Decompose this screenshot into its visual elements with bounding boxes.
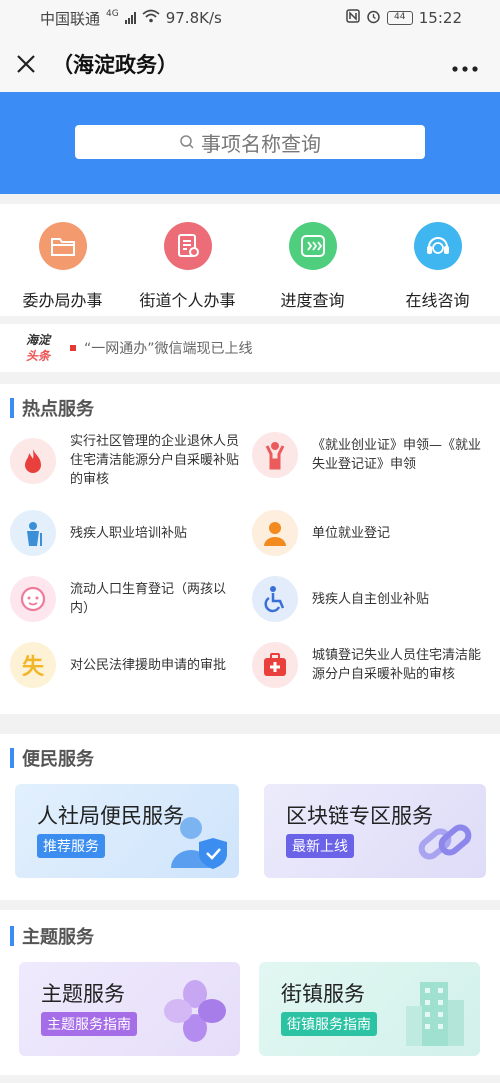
progress-icon — [288, 222, 337, 270]
card-title: 人社局便民服务 — [37, 804, 184, 828]
status-bar: 中国联通 4G 97.8K/s 44 15:22 — [0, 0, 500, 36]
carrier-label: 中国联通 — [40, 9, 101, 28]
news-bullet-icon — [70, 345, 76, 351]
card-tag: 最新上线 — [286, 834, 354, 858]
hrss-service-card[interactable]: 人社局便民服务 推荐服务 — [15, 784, 239, 878]
section-accent — [10, 398, 14, 418]
news-logo: 海淀 头条 — [26, 332, 56, 364]
section-title-text: 便民服务 — [22, 749, 94, 770]
news-logo-bottom: 头条 — [26, 349, 51, 363]
more-icon — [452, 66, 478, 72]
hot-item-text: 实行社区管理的企业退休人员住宅清洁能源分户自采暖补贴的审核 — [70, 434, 240, 487]
time-label: 15:22 — [418, 9, 462, 27]
elderly-icon — [10, 510, 56, 556]
card-tag: 主题服务指南 — [41, 1012, 137, 1036]
close-icon — [17, 55, 35, 73]
status-right: 44 15:22 — [346, 9, 462, 28]
news-ticker[interactable]: 海淀 头条 “一网通办”微信端现已上线 — [0, 324, 500, 372]
baby-icon — [10, 576, 56, 622]
folder-icon — [38, 222, 87, 270]
hot-item-text: 残疾人自主创业补贴 — [312, 591, 430, 607]
close-button[interactable] — [0, 36, 52, 92]
shi-icon: 失 — [10, 642, 56, 688]
building-icon — [406, 982, 464, 1046]
blockchain-service-card[interactable]: 区块链专区服务 最新上线 — [264, 784, 486, 878]
quick-label: 进度查询 — [280, 291, 345, 310]
network-label: 4G — [106, 9, 119, 19]
user-shield-icon — [171, 817, 227, 869]
section-title: 主题服务 — [0, 918, 500, 954]
title-bar: （海淀政务） — [0, 36, 500, 92]
theme-services: 主题服务 主题服务 主题服务指南 街镇服务 街镇服务指南 — [0, 910, 500, 1075]
battery-icon: 44 — [386, 11, 413, 25]
section-title: 便民服务 — [0, 740, 500, 776]
more-button[interactable] — [452, 50, 478, 78]
worker-icon — [252, 510, 298, 556]
quick-label: 委办局办事 — [22, 291, 103, 310]
section-title-text: 主题服务 — [22, 927, 94, 948]
hot-item-text: 对公民法律援助申请的审批 — [70, 657, 227, 673]
alarm-icon — [366, 9, 381, 28]
quick-item-consult[interactable]: 在线咨询 — [375, 204, 500, 316]
wheelchair-icon — [252, 576, 298, 622]
hot-item-text: 单位就业登记 — [312, 525, 391, 541]
quick-item-street[interactable]: 街道个人办事 — [125, 204, 250, 316]
page-title: （海淀政务） — [52, 53, 178, 77]
section-title: 热点服务 — [0, 390, 500, 426]
convenience-services: 便民服务 人社局便民服务 推荐服务 区块链专区服务 最新上线 — [0, 734, 500, 900]
hot-item[interactable]: 残疾人职业培训补贴 — [10, 510, 240, 556]
search-icon — [180, 135, 194, 149]
news-logo-top: 海淀 — [26, 333, 51, 347]
search-banner: 事项名称查询 — [0, 92, 500, 194]
person-icon — [252, 432, 298, 478]
hot-item-text: 流动人口生育登记（两孩以内） — [70, 582, 227, 616]
hot-item[interactable]: 实行社区管理的企业退休人员住宅清洁能源分户自采暖补贴的审核 — [10, 432, 240, 489]
hot-item-text: 城镇登记失业人员住宅清洁能源分户自采暖补贴的审核 — [312, 648, 482, 682]
card-title: 主题服务 — [41, 982, 125, 1006]
speed-label: 97.8K/s — [165, 9, 222, 27]
card-title: 区块链专区服务 — [286, 804, 433, 828]
street-service-card[interactable]: 街镇服务 街镇服务指南 — [259, 962, 480, 1056]
signal-icon — [124, 12, 136, 24]
card-title: 街镇服务 — [281, 982, 365, 1006]
hot-services: 热点服务 实行社区管理的企业退休人员住宅清洁能源分户自采暖补贴的审核 《就业创业… — [0, 384, 500, 714]
document-icon — [163, 222, 212, 270]
wifi-icon — [142, 9, 160, 27]
clover-icon — [164, 980, 226, 1042]
card-tag: 街镇服务指南 — [281, 1012, 377, 1036]
hot-item[interactable]: 失 对公民法律援助申请的审批 — [10, 642, 240, 688]
theme-service-card[interactable]: 主题服务 主题服务指南 — [19, 962, 240, 1056]
chain-icon — [418, 824, 472, 860]
hot-item[interactable]: 流动人口生育登记（两孩以内） — [10, 576, 240, 622]
quick-label: 街道个人办事 — [139, 291, 236, 310]
search-input[interactable]: 事项名称查询 — [75, 125, 425, 159]
hot-item-text: 残疾人职业培训补贴 — [70, 525, 188, 541]
quick-item-progress[interactable]: 进度查询 — [250, 204, 375, 316]
section-accent — [10, 926, 14, 946]
quick-actions: 委办局办事 街道个人办事 进度查询 在线咨询 — [0, 204, 500, 316]
section-title-text: 热点服务 — [22, 399, 94, 420]
quick-item-bureau[interactable]: 委办局办事 — [0, 204, 125, 316]
flame-icon — [10, 437, 56, 484]
news-headline[interactable]: “一网通办”微信端现已上线 — [84, 338, 253, 358]
headset-icon — [413, 222, 462, 270]
search-placeholder: 事项名称查询 — [201, 131, 321, 156]
status-left: 中国联通 4G 97.8K/s — [40, 8, 222, 29]
nfc-icon — [346, 9, 360, 27]
hot-item[interactable]: 《就业创业证》申领—《就业失业登记证》申领 — [252, 432, 482, 478]
medkit-icon — [252, 642, 298, 688]
hot-item[interactable]: 残疾人自主创业补贴 — [252, 576, 482, 622]
hot-item[interactable]: 单位就业登记 — [252, 510, 482, 556]
quick-label: 在线咨询 — [405, 291, 470, 310]
card-tag: 推荐服务 — [37, 834, 105, 858]
section-accent — [10, 748, 14, 768]
hot-item-text: 《就业创业证》申领—《就业失业登记证》申领 — [312, 438, 482, 472]
hot-item[interactable]: 城镇登记失业人员住宅清洁能源分户自采暖补贴的审核 — [252, 642, 482, 688]
